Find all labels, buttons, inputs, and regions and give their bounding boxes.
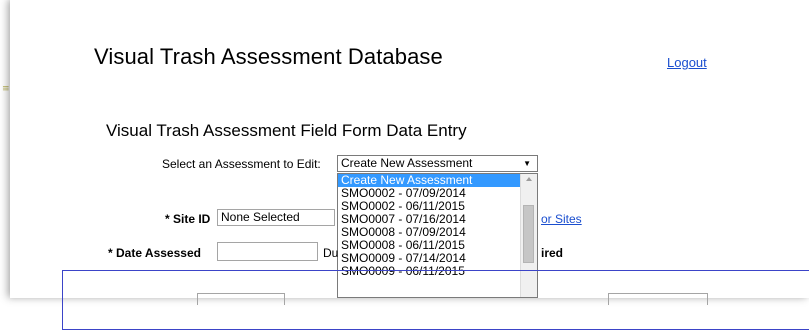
date-assessed-label: * Date Assessed — [108, 246, 201, 260]
assessment-select-label: Select an Assessment to Edit: — [162, 157, 321, 171]
date-assessed-field[interactable] — [217, 242, 318, 261]
scrollbar-thumb[interactable] — [523, 205, 534, 263]
logout-link[interactable]: Logout — [667, 55, 707, 70]
app-title: Visual Trash Assessment Database — [94, 44, 443, 69]
site-id-label: * Site ID — [165, 212, 211, 226]
duration-label-fragment: Du — [323, 246, 339, 260]
dropdown-arrow-icon[interactable]: ▼ — [523, 156, 531, 171]
site-id-field[interactable]: None Selected — [217, 209, 335, 226]
sites-link[interactable]: or Sites — [541, 212, 582, 226]
input-field[interactable] — [197, 293, 285, 305]
edge-mark: ≡ — [2, 84, 10, 94]
required-label-fragment: ired — [541, 246, 564, 260]
assessment-select[interactable]: Create New Assessment ▼ — [337, 155, 538, 172]
form-title: Visual Trash Assessment Field Form Data … — [106, 121, 467, 140]
assessment-select-value: Create New Assessment — [341, 156, 473, 170]
input-field[interactable] — [608, 293, 708, 305]
scroll-up-icon[interactable] — [526, 177, 532, 181]
